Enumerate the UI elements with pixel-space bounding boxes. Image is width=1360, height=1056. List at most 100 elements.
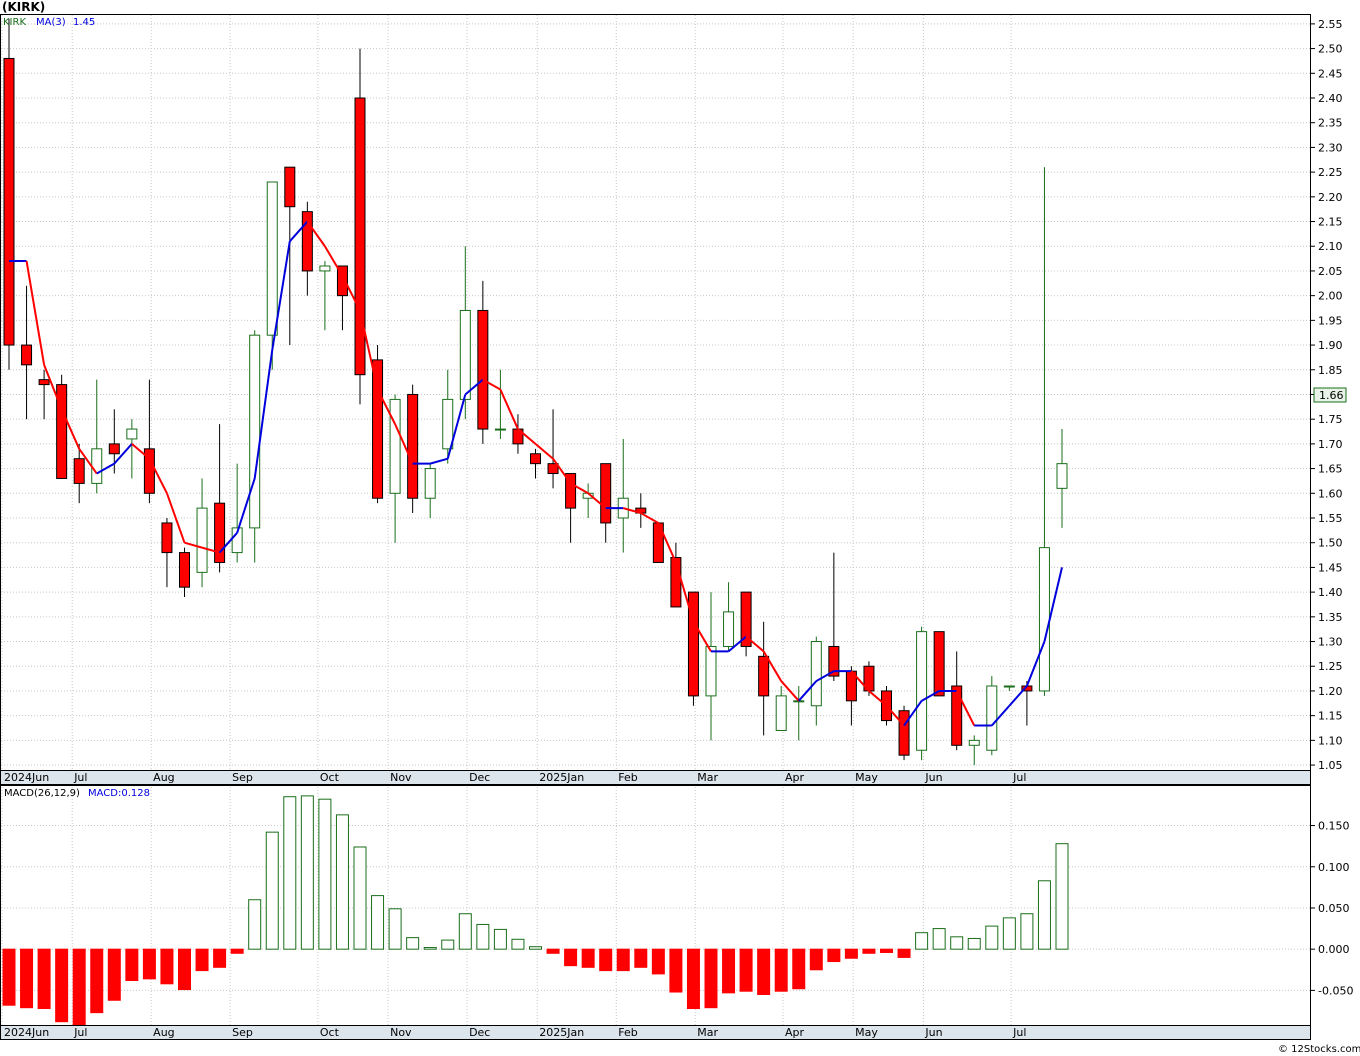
- macd-legend-label: MACD(26,12,9): [4, 788, 80, 799]
- candle-body-up: [916, 631, 928, 751]
- price-y-tick-label: 1.95: [1318, 314, 1343, 327]
- macd-bar-positive: [353, 846, 367, 950]
- macd-bar-negative: [669, 948, 683, 993]
- macd-y-tick-label: 0.150: [1318, 820, 1350, 833]
- candle-body-up: [775, 695, 787, 731]
- macd-bar-positive: [511, 938, 525, 950]
- candle: [56, 374, 68, 479]
- candle-body-down: [284, 166, 296, 208]
- price-x-tick-label: Oct: [320, 771, 340, 784]
- candle: [372, 345, 384, 504]
- price-y-tick-label: 1.65: [1318, 463, 1343, 476]
- macd-bar-positive: [950, 936, 964, 950]
- legend-ticker: KIRK: [3, 17, 26, 28]
- macd-x-tick-label: Jul: [73, 1026, 87, 1039]
- candle-body-up: [126, 428, 138, 440]
- price-y-tick-label: 1.35: [1318, 611, 1343, 624]
- macd-bar-negative: [72, 948, 86, 1028]
- candle-body-up: [249, 334, 261, 529]
- price-y-tick-label: 1.10: [1318, 734, 1343, 747]
- macd-bar-negative: [178, 948, 191, 991]
- price-y-tick-label: 1.30: [1318, 636, 1343, 649]
- macd-bar-positive: [915, 932, 929, 950]
- candle-body-up: [196, 507, 208, 573]
- macd-bar-positive: [476, 923, 490, 950]
- price-y-tick-label: 2.05: [1318, 265, 1343, 278]
- macd-x-tick-label: 2025Jan: [539, 1026, 584, 1039]
- price-y-tick-label: 1.90: [1318, 339, 1343, 352]
- macd-bar-positive: [458, 913, 472, 950]
- candle-body-up: [494, 428, 506, 431]
- candle-body-up: [968, 739, 980, 746]
- price-x-tick-label: Jun: [924, 771, 942, 784]
- candle: [740, 591, 752, 657]
- macd-bar-negative: [564, 948, 578, 967]
- candle-body-up: [424, 468, 436, 499]
- macd-bar-negative: [142, 948, 156, 980]
- price-y-tick-label: 1.70: [1318, 438, 1343, 451]
- macd-bar-positive: [529, 946, 542, 950]
- macd-bar-negative: [230, 948, 244, 954]
- macd-bar-negative: [809, 948, 823, 971]
- candle-body-up: [389, 398, 401, 494]
- macd-bar-negative: [107, 948, 121, 1001]
- macd-y-tick-label: 0.100: [1318, 861, 1350, 874]
- price-y-tick-label: 1.55: [1318, 512, 1343, 525]
- price-y-tick-label: 2.40: [1318, 92, 1343, 105]
- candle: [986, 676, 998, 756]
- macd-bar-positive: [1020, 913, 1034, 950]
- candle-body-down: [951, 685, 963, 746]
- price-y-tick-label: 1.05: [1318, 759, 1343, 772]
- candle-body-up: [459, 309, 471, 400]
- macd-bar-positive: [335, 814, 349, 950]
- macd-bar-negative: [37, 948, 51, 1010]
- candle-body-down: [354, 97, 366, 376]
- price-y-tick-label: 2.35: [1318, 117, 1343, 130]
- macd-bar-negative: [125, 948, 139, 981]
- macd-bar-negative: [774, 948, 788, 992]
- candle-body-up: [91, 448, 103, 484]
- legend-ma-value: 1.45: [73, 17, 95, 28]
- macd-x-tick-label: May: [855, 1026, 878, 1039]
- candle-body-up: [1003, 685, 1015, 688]
- macd-bar-negative: [616, 948, 630, 972]
- last-price-label: 1.66: [1319, 389, 1344, 402]
- candle-body-down: [407, 393, 419, 499]
- macd-bar-negative: [20, 948, 34, 1009]
- macd-bar-negative: [757, 948, 771, 996]
- price-y-tick-label: 2.45: [1318, 67, 1343, 80]
- macd-bar-negative: [195, 948, 209, 972]
- price-y-tick-label: 2.00: [1318, 290, 1343, 303]
- macd-bar-positive: [265, 831, 279, 950]
- candle-body-up: [1056, 463, 1068, 489]
- macd-bar-negative: [90, 948, 104, 1014]
- macd-bar-negative: [862, 948, 876, 954]
- macd-bar-negative: [792, 948, 806, 990]
- macd-bar-negative: [880, 948, 893, 953]
- macd-bar-negative: [581, 948, 595, 968]
- macd-bar-positive: [1037, 880, 1051, 950]
- macd-bar-negative: [634, 948, 648, 968]
- macd-bar-negative: [160, 948, 174, 985]
- price-x-tick-label: Sep: [232, 771, 253, 784]
- price-y-tick-label: 2.10: [1318, 240, 1343, 253]
- macd-bar-negative: [704, 948, 718, 1009]
- candle-body-up: [319, 265, 331, 272]
- candle-body-up: [723, 611, 735, 647]
- candle-body-down: [214, 502, 226, 563]
- candle-body-down: [898, 710, 910, 756]
- candle-body-down: [600, 463, 612, 524]
- candle-body-down: [161, 522, 173, 554]
- macd-bar-negative: [739, 948, 753, 992]
- price-x-tick-label: Aug: [153, 771, 174, 784]
- price-y-tick-label: 1.15: [1318, 710, 1343, 723]
- macd-bar-positive: [1002, 917, 1016, 950]
- price-x-tick-label: 2024Jun: [4, 771, 49, 784]
- macd-bar-negative: [897, 948, 911, 958]
- price-y-tick-label: 2.25: [1318, 166, 1343, 179]
- candle: [933, 631, 945, 697]
- stock-chart: 1.05 1.10 1.15 1.20 1.25 1.30 1.35 1.40 1.45 1.50…: [0, 0, 1360, 1055]
- candle-body-down: [108, 443, 120, 455]
- macd-x-tick-label: 2024Jun: [4, 1026, 49, 1039]
- candle: [916, 626, 928, 761]
